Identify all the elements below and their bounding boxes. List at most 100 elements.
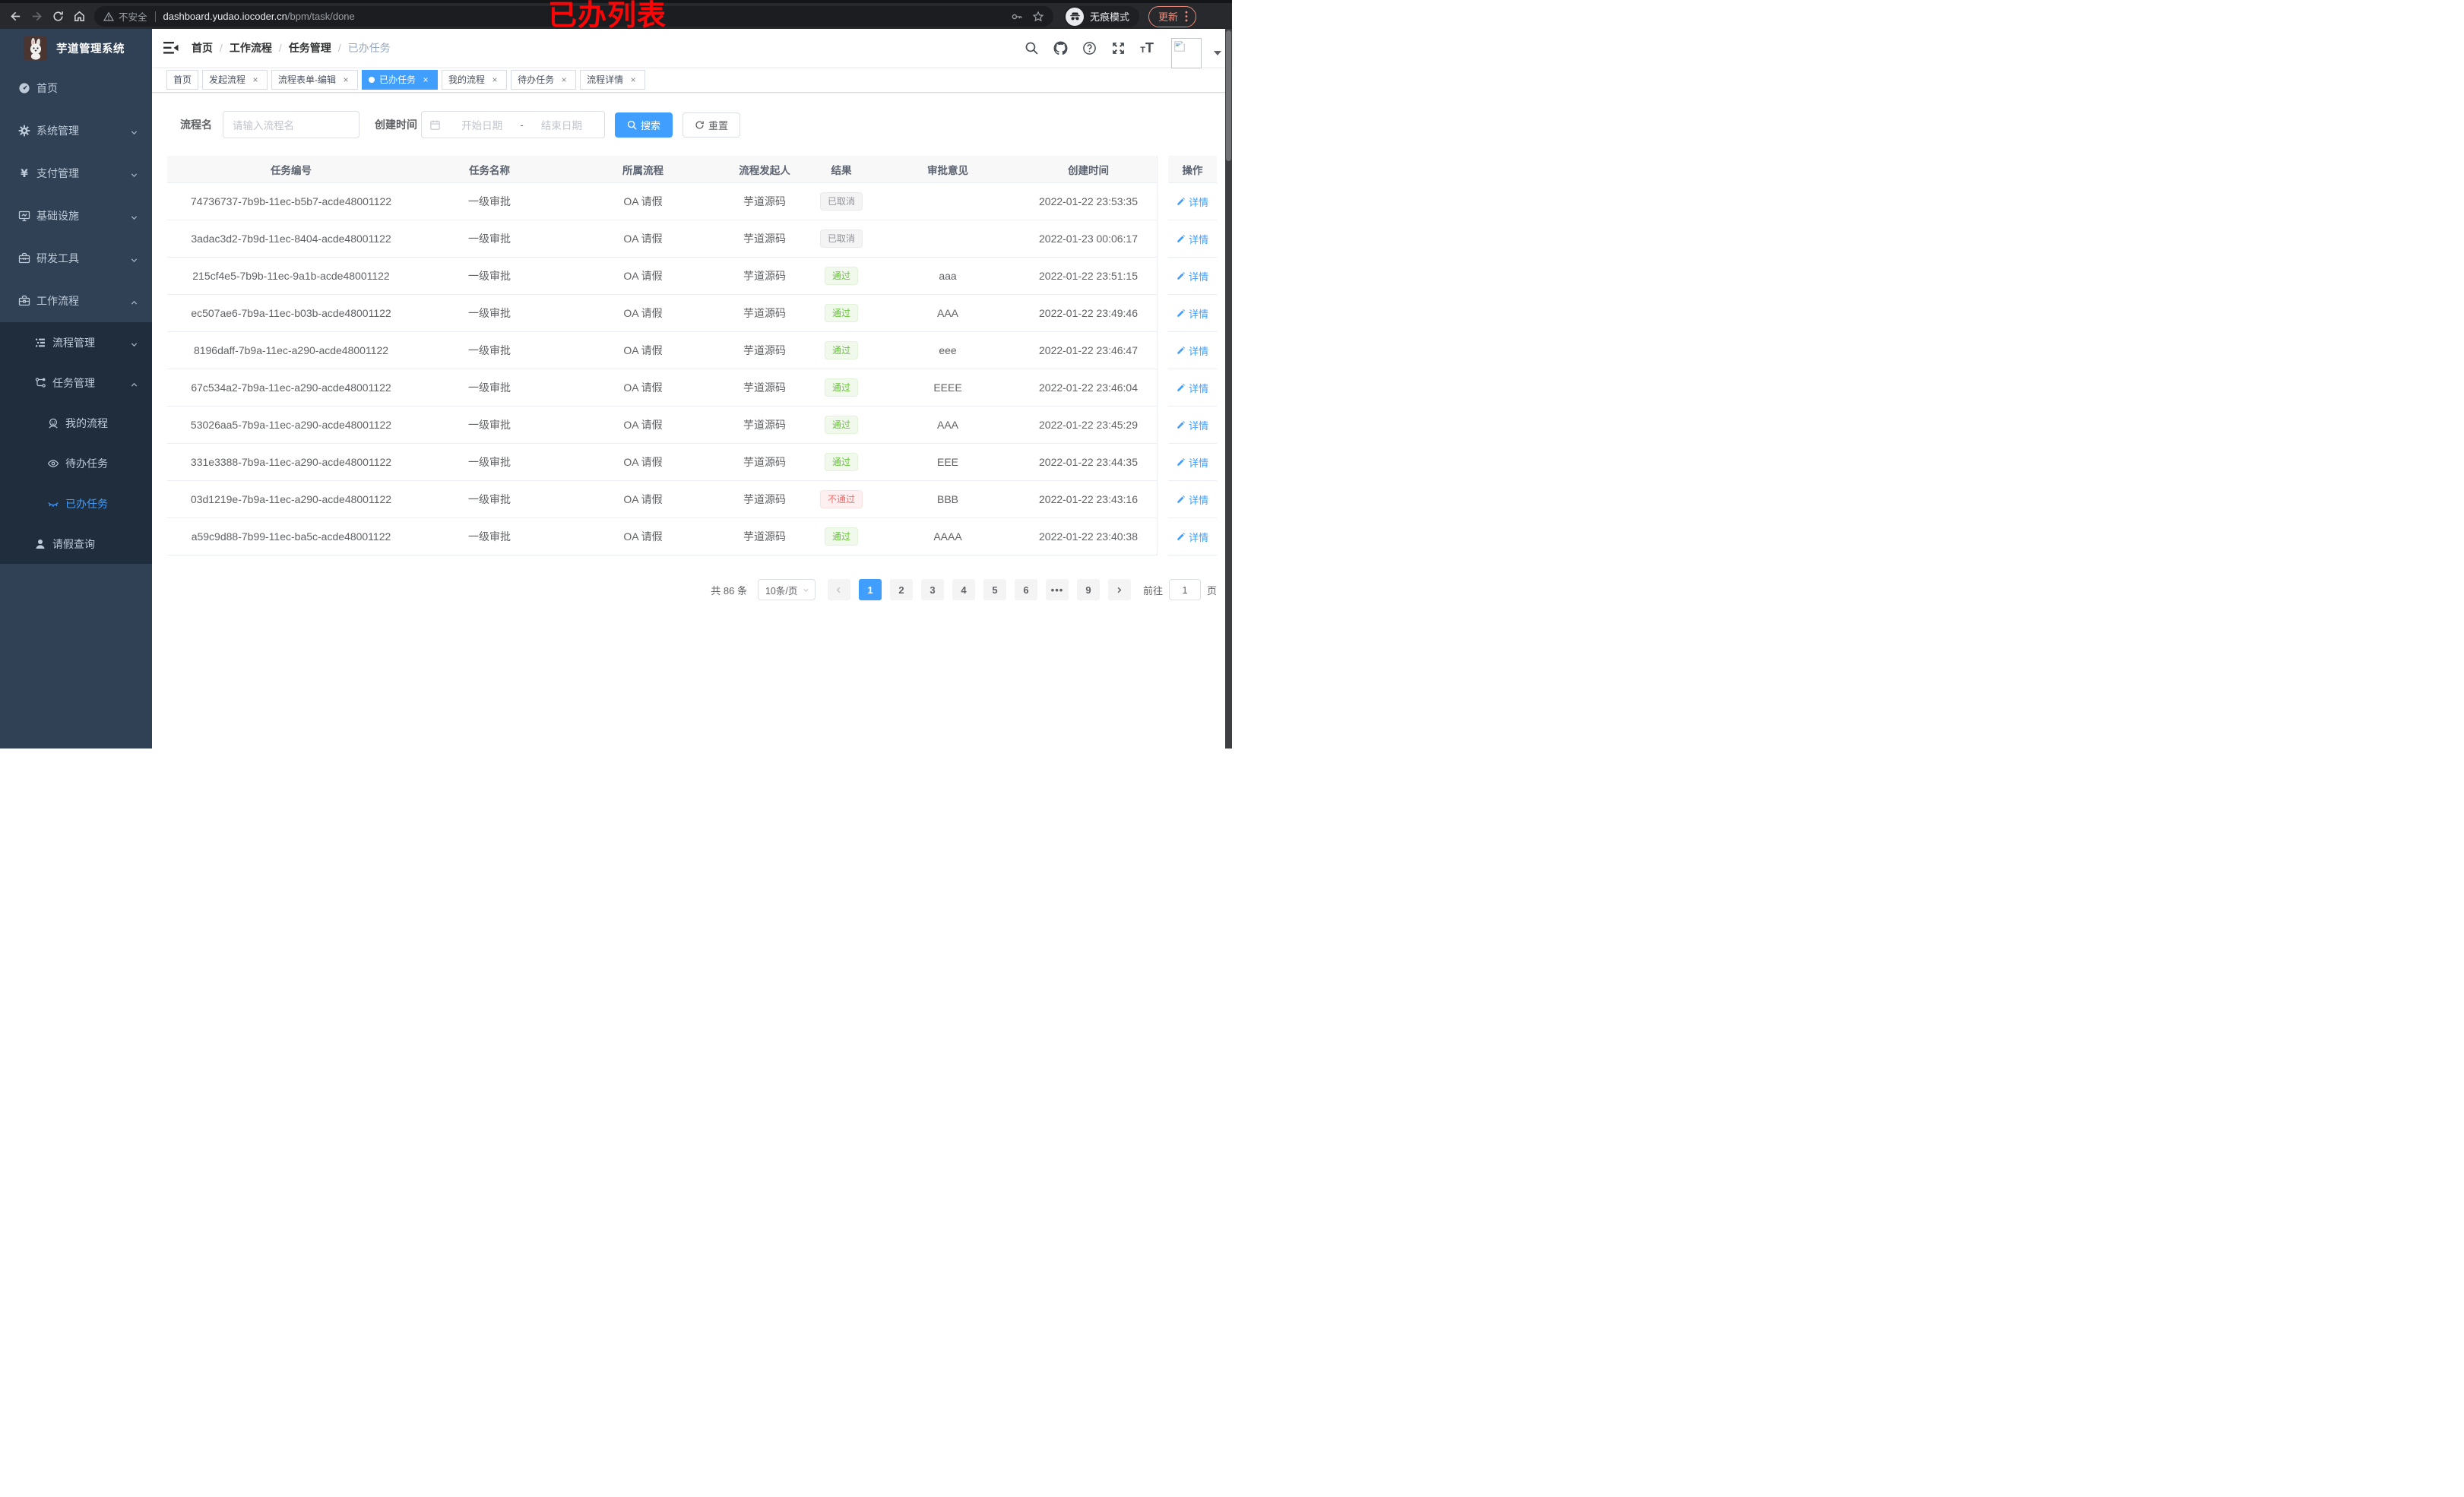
browser-home-icon[interactable] xyxy=(68,6,90,27)
result-badge: 通过 xyxy=(824,453,858,471)
close-icon[interactable]: × xyxy=(628,74,638,85)
detail-link[interactable]: 详情 xyxy=(1177,418,1208,432)
sidebar-item-yen[interactable]: ¥ 支付管理 xyxy=(0,152,152,195)
detail-link[interactable]: 详情 xyxy=(1177,381,1208,395)
sidebar-item-briefcase[interactable]: 工作流程 xyxy=(0,280,152,322)
search-button[interactable]: 搜索 xyxy=(615,112,673,138)
detail-link[interactable]: 详情 xyxy=(1177,269,1208,283)
sidebar-toggle-icon[interactable] xyxy=(163,41,179,55)
end-date-placeholder[interactable]: 结束日期 xyxy=(527,117,597,132)
cell-task-id: 215cf4e5-7b9b-11ec-9a1b-acde48001122 xyxy=(167,258,415,295)
cell-task-id: 67c534a2-7b9a-11ec-a290-acde48001122 xyxy=(167,369,415,407)
view-tab[interactable]: 首页 × xyxy=(166,69,199,90)
sidebar-item-eye-open[interactable]: 待办任务 xyxy=(0,443,152,483)
browser-back-icon[interactable] xyxy=(5,6,26,27)
cell-actions: 详情 xyxy=(1168,481,1217,518)
avatar-caret-icon[interactable] xyxy=(1214,51,1221,55)
page-scrollbar[interactable] xyxy=(1225,29,1232,748)
page-button-1[interactable]: 1 xyxy=(858,579,882,600)
goto-page-input[interactable] xyxy=(1168,579,1201,600)
user-icon xyxy=(34,538,46,550)
scrollbar-thumb[interactable] xyxy=(1226,30,1231,161)
edit-pencil-icon xyxy=(1177,198,1185,205)
close-icon[interactable]: × xyxy=(250,74,261,85)
close-icon[interactable]: × xyxy=(340,74,351,85)
edit-pencil-icon xyxy=(1177,235,1185,242)
chrome-update-button[interactable]: 更新 xyxy=(1148,5,1197,27)
filter-form: 流程名 请输入流程名 创建时间 开始日期 - 结束日期 搜索 重置 xyxy=(167,111,1217,138)
cell-task-name: 一级审批 xyxy=(415,295,564,332)
prev-page-button[interactable] xyxy=(827,579,850,600)
view-tab[interactable]: 我的流程 × xyxy=(442,69,508,90)
insecure-warning-icon[interactable] xyxy=(103,11,115,22)
cell-comment: EEEE xyxy=(876,369,1020,407)
sidebar-item-face[interactable]: 我的流程 xyxy=(0,403,152,443)
result-badge: 通过 xyxy=(824,378,858,397)
total-count: 共 86 条 xyxy=(711,584,747,597)
col-task-id: 任务编号 xyxy=(167,156,415,183)
detail-link[interactable]: 详情 xyxy=(1177,530,1208,544)
page-button-2[interactable]: 2 xyxy=(889,579,913,600)
cell-created: 2022-01-23 00:06:17 xyxy=(1020,220,1157,258)
reset-button[interactable]: 重置 xyxy=(683,112,741,138)
sidebar-item-flow[interactable]: 任务管理 xyxy=(0,362,152,403)
browser-reload-icon[interactable] xyxy=(47,6,68,27)
page-button-3[interactable]: 3 xyxy=(920,579,944,600)
detail-link[interactable]: 详情 xyxy=(1177,306,1208,321)
app-logo[interactable]: 芋道管理系统 xyxy=(0,29,152,67)
view-tab[interactable]: 流程详情 × xyxy=(580,69,646,90)
sidebar-item-toolbox[interactable]: 研发工具 xyxy=(0,237,152,280)
sidebar-item-eye-closed[interactable]: 已办任务 xyxy=(0,483,152,524)
github-icon[interactable] xyxy=(1053,41,1068,55)
breadcrumb-workflow[interactable]: 工作流程 xyxy=(230,40,272,55)
process-name-input[interactable]: 请输入流程名 xyxy=(223,111,359,138)
result-badge: 已取消 xyxy=(819,229,863,248)
sidebar-item-tree[interactable]: 流程管理 xyxy=(0,322,152,362)
date-range-input[interactable]: 开始日期 - 结束日期 xyxy=(421,111,605,138)
page-size-select[interactable]: 10条/页 xyxy=(757,579,816,600)
page-button-9[interactable]: 9 xyxy=(1076,579,1100,600)
cell-created: 2022-01-22 23:45:29 xyxy=(1020,407,1157,444)
sidebar-item-gear[interactable]: 系统管理 xyxy=(0,109,152,152)
sidebar-item-monitor[interactable]: 基础设施 xyxy=(0,195,152,237)
detail-link[interactable]: 详情 xyxy=(1177,232,1208,246)
page-button-6[interactable]: 6 xyxy=(1014,579,1037,600)
close-icon[interactable]: × xyxy=(489,74,500,85)
search-icon[interactable] xyxy=(1025,41,1039,55)
detail-link[interactable]: 详情 xyxy=(1177,195,1208,209)
font-size-icon[interactable]: TT xyxy=(1140,41,1154,55)
page-button-5[interactable]: 5 xyxy=(983,579,1006,600)
incognito-badge: 无痕模式 xyxy=(1064,5,1140,27)
view-tab[interactable]: 已办任务 × xyxy=(362,69,439,90)
close-icon[interactable]: × xyxy=(559,74,569,85)
breadcrumb-home[interactable]: 首页 xyxy=(192,40,213,55)
goto-label: 前往 xyxy=(1142,584,1163,597)
page-button-4[interactable]: 4 xyxy=(952,579,975,600)
detail-link[interactable]: 详情 xyxy=(1177,343,1208,358)
close-icon[interactable]: × xyxy=(420,74,431,85)
fullscreen-icon[interactable] xyxy=(1111,41,1126,55)
insecure-label[interactable]: 不安全 xyxy=(119,9,147,24)
table-row: 67c534a2-7b9a-11ec-a290-acde48001122 一级审… xyxy=(167,369,1217,407)
password-key-icon[interactable] xyxy=(1011,11,1023,23)
view-tab[interactable]: 发起流程 × xyxy=(202,69,268,90)
sidebar-item-dashboard[interactable]: 首页 xyxy=(0,67,152,109)
view-tab[interactable]: 待办任务 × xyxy=(511,69,577,90)
breadcrumb-task-mgmt[interactable]: 任务管理 xyxy=(289,40,331,55)
detail-link[interactable]: 详情 xyxy=(1177,492,1208,507)
url-text[interactable]: dashboard.yudao.iocoder.cn/bpm/task/done xyxy=(163,11,355,22)
next-page-button[interactable] xyxy=(1107,579,1131,600)
cell-task-name: 一级审批 xyxy=(415,258,564,295)
page-more-button[interactable]: ••• xyxy=(1045,579,1069,600)
refresh-icon xyxy=(695,120,704,129)
start-date-placeholder[interactable]: 开始日期 xyxy=(447,117,517,132)
detail-link[interactable]: 详情 xyxy=(1177,455,1208,470)
help-icon[interactable] xyxy=(1082,41,1097,55)
avatar[interactable] xyxy=(1171,38,1202,68)
cell-task-name: 一级审批 xyxy=(415,407,564,444)
bookmark-star-icon[interactable] xyxy=(1032,11,1044,23)
sidebar-item-user[interactable]: 请假查询 xyxy=(0,524,152,564)
view-tab[interactable]: 流程表单-编辑 × xyxy=(271,69,359,90)
browser-forward-icon[interactable] xyxy=(26,6,47,27)
col-process: 所属流程 xyxy=(564,156,722,183)
